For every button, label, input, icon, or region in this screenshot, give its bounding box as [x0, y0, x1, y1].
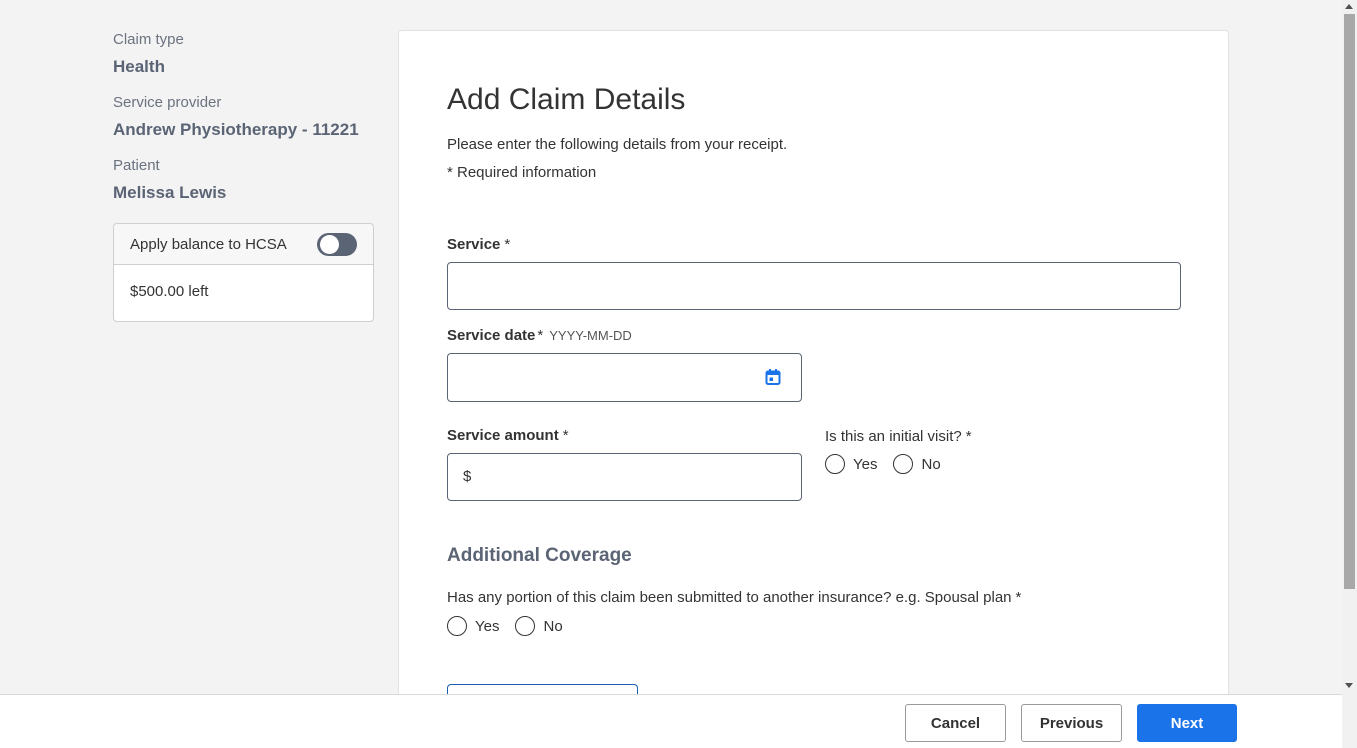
radio-circle[interactable]: [825, 454, 845, 474]
hcsa-toggle[interactable]: [317, 232, 357, 256]
hcsa-label: Apply balance to HCSA: [130, 235, 287, 253]
radio-circle[interactable]: [893, 454, 914, 474]
additional-coverage-title: Additional Coverage: [447, 545, 632, 566]
required-star: *: [1015, 589, 1022, 606]
claim-type-value: Health: [113, 57, 165, 76]
service-provider-label: Service provider: [113, 94, 222, 111]
patient-label: Patient: [113, 157, 160, 174]
yes-label: Yes: [475, 617, 500, 635]
service-provider-block: Service provider Andrew Physiotherapy - …: [113, 93, 374, 141]
claim-type-label: Claim type: [113, 31, 184, 48]
claim-summary: Claim type Health Service provider Andre…: [113, 30, 374, 219]
page-title: Add Claim Details: [447, 83, 686, 116]
footer-bar: Cancel Previous Next: [0, 694, 1342, 748]
patient-value: Melissa Lewis: [113, 183, 227, 202]
previous-button[interactable]: Previous: [1021, 704, 1122, 742]
initial-visit-no-option[interactable]: No: [893, 454, 941, 474]
radio-circle[interactable]: [515, 616, 536, 636]
intro-text: Please enter the following details from …: [447, 136, 788, 153]
service-provider-value: Andrew Physiotherapy - 11221: [113, 120, 359, 139]
service-input[interactable]: [447, 262, 1181, 310]
toggle-knob: [320, 234, 339, 254]
no-label: No: [543, 617, 563, 635]
date-format-hint: YYYY-MM-DD: [549, 328, 632, 343]
hcsa-balance: $500.00 left: [130, 283, 209, 300]
service-label: Service *: [447, 236, 510, 253]
service-label-text: Service: [447, 236, 501, 253]
calendar-icon[interactable]: [764, 368, 782, 386]
service-amount-label: Service amount *: [447, 427, 569, 444]
hcsa-header: Apply balance to HCSA: [114, 224, 373, 265]
currency-symbol: $: [463, 468, 472, 485]
claim-type-block: Claim type Health: [113, 30, 374, 78]
service-amount-input[interactable]: [447, 453, 802, 501]
service-date-label-text: Service date: [447, 327, 536, 344]
coverage-yes-option[interactable]: Yes: [447, 616, 499, 636]
initial-visit-question-text: Is this an initial visit?: [825, 428, 962, 445]
service-amount-label-text: Service amount: [447, 427, 559, 444]
claim-details-card: Add Claim Details Please enter the follo…: [398, 30, 1229, 730]
scroll-up-arrow-icon[interactable]: [1345, 4, 1353, 9]
initial-visit-question: Is this an initial visit? *: [825, 428, 972, 445]
coverage-radio-group: Yes No: [447, 616, 579, 636]
required-star: *: [965, 428, 972, 445]
initial-visit-radio-group: Yes No: [825, 454, 957, 474]
required-star: *: [504, 236, 511, 253]
vertical-scrollbar[interactable]: [1342, 0, 1357, 748]
next-button[interactable]: Next: [1137, 704, 1237, 742]
coverage-no-option[interactable]: No: [515, 616, 563, 636]
scrollbar-thumb[interactable]: [1344, 14, 1355, 589]
required-note: * Required information: [447, 164, 597, 181]
service-date-input[interactable]: [447, 353, 802, 402]
cancel-button[interactable]: Cancel: [905, 704, 1006, 742]
patient-block: Patient Melissa Lewis: [113, 156, 374, 204]
yes-label: Yes: [853, 455, 878, 473]
no-label: No: [921, 455, 941, 473]
coverage-question-text: Has any portion of this claim been submi…: [447, 589, 1012, 606]
initial-visit-yes-option[interactable]: Yes: [825, 454, 877, 474]
radio-circle[interactable]: [447, 616, 467, 636]
required-star: *: [562, 427, 569, 444]
scroll-down-arrow-icon[interactable]: [1345, 683, 1353, 688]
hcsa-card: Apply balance to HCSA $500.00 left: [113, 223, 374, 322]
service-date-label: Service date * YYYY-MM-DD: [447, 327, 632, 344]
coverage-question: Has any portion of this claim been submi…: [447, 589, 1021, 606]
required-star: *: [537, 327, 544, 344]
